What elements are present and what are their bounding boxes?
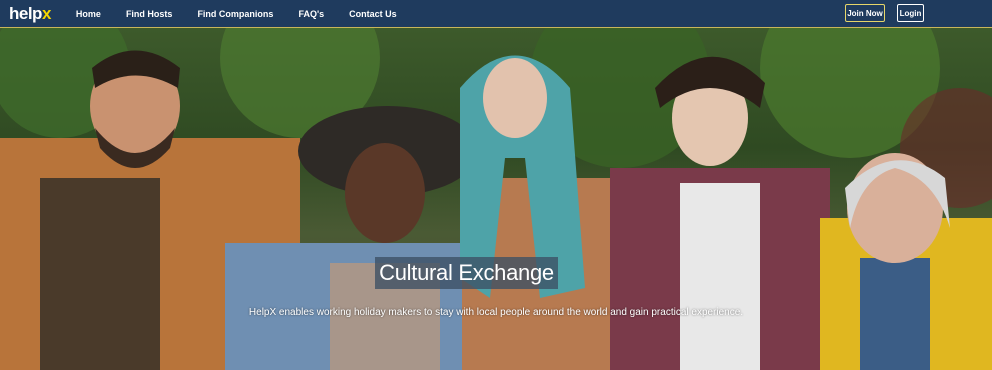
helpx-logo[interactable]: helpx: [9, 4, 51, 24]
nav-link-contact-us[interactable]: Contact Us: [349, 9, 397, 19]
login-button[interactable]: Login: [897, 4, 924, 22]
hero-subtitle: HelpX enables working holiday makers to …: [248, 307, 744, 318]
logo-main-text: help: [9, 3, 42, 23]
nav-link-find-hosts[interactable]: Find Hosts: [126, 9, 173, 19]
top-navbar: helpx Home Find Hosts Find Companions FA…: [0, 0, 992, 28]
logo-accent-text: x: [41, 3, 51, 23]
join-now-button[interactable]: Join Now: [845, 4, 885, 22]
nav-link-find-companions[interactable]: Find Companions: [197, 9, 273, 19]
hero-banner: Cultural Exchange HelpX enables working …: [0, 28, 992, 370]
nav-links: Home Find Hosts Find Companions FAQ's Co…: [76, 9, 422, 19]
hero-photo: [0, 28, 992, 370]
nav-link-faqs[interactable]: FAQ's: [298, 9, 324, 19]
nav-link-home[interactable]: Home: [76, 9, 101, 19]
hero-title: Cultural Exchange: [375, 257, 558, 289]
